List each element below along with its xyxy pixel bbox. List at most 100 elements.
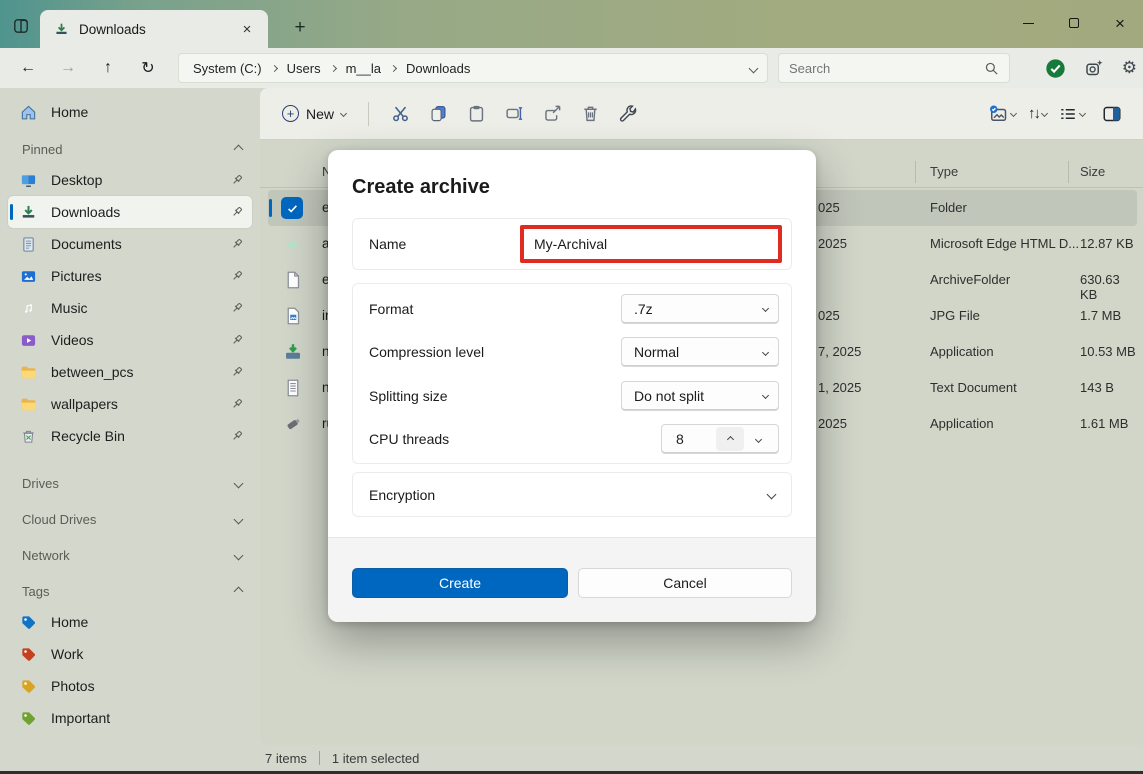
breadcrumb-separator-icon xyxy=(389,64,398,72)
sidebar-tag-important[interactable]: Important xyxy=(8,702,252,734)
sidebar-item-documents[interactable]: Documents xyxy=(8,228,252,260)
cpu-threads-stepper[interactable]: 8 xyxy=(661,424,779,455)
breadcrumb-downloads[interactable]: Downloads xyxy=(402,59,474,78)
pin-icon[interactable] xyxy=(230,429,244,443)
new-button[interactable]: + New xyxy=(272,99,356,128)
sidebar-item-label: Important xyxy=(51,710,111,726)
sidebar-item-wallpapers[interactable]: wallpapers xyxy=(8,388,252,420)
chevron-down-icon xyxy=(761,392,770,400)
cut-button[interactable] xyxy=(381,97,419,131)
compression-dropdown[interactable]: Normal xyxy=(621,337,779,368)
create-button[interactable]: Create xyxy=(352,568,568,598)
column-separator[interactable] xyxy=(1068,161,1069,183)
tab-list-button[interactable] xyxy=(8,13,34,39)
chevron-down-icon[interactable] xyxy=(233,478,244,488)
rename-button[interactable] xyxy=(495,97,533,131)
chevron-down-icon[interactable] xyxy=(1009,109,1018,118)
chevron-down-icon[interactable] xyxy=(233,514,244,524)
address-dropdown-icon[interactable] xyxy=(748,63,759,73)
cpu-threads-label: CPU threads xyxy=(369,431,450,448)
format-dropdown[interactable]: .7z xyxy=(621,293,779,324)
archive-tools-button[interactable] xyxy=(609,97,647,131)
sidebar-item-recycle-bin[interactable]: Recycle Bin xyxy=(8,420,252,452)
sort-button[interactable]: ↑↓ xyxy=(1024,105,1051,122)
back-button[interactable]: ← xyxy=(12,52,44,84)
breadcrumb-users[interactable]: Users xyxy=(283,59,325,78)
pin-icon[interactable] xyxy=(230,301,244,315)
sidebar-item-videos[interactable]: Videos xyxy=(8,324,252,356)
cpu-threads-value: 8 xyxy=(676,431,684,448)
section-header-drives[interactable]: Drives xyxy=(8,468,252,498)
maximize-button[interactable] xyxy=(1051,0,1097,46)
chevron-up-icon[interactable] xyxy=(233,144,244,154)
details-pane-toggle[interactable] xyxy=(1093,97,1131,131)
sidebar-item-music[interactable]: Music xyxy=(8,292,252,324)
section-header-tags[interactable]: Tags xyxy=(8,576,252,606)
pin-icon[interactable] xyxy=(230,269,244,283)
row-checkbox-checked[interactable] xyxy=(281,197,303,219)
encryption-expander[interactable]: Encryption xyxy=(352,472,792,517)
view-button[interactable] xyxy=(1055,105,1089,123)
chevron-up-icon[interactable] xyxy=(233,586,244,596)
sync-status-icon[interactable] xyxy=(1045,58,1066,79)
breadcrumb-user[interactable]: m__la xyxy=(342,59,385,78)
pin-icon[interactable] xyxy=(230,365,244,379)
address-bar[interactable]: System (C:) Users m__la Downloads xyxy=(178,53,768,83)
ai-actions-icon[interactable] xyxy=(1084,58,1104,78)
section-header-cloud-drives[interactable]: Cloud Drives xyxy=(8,504,252,534)
stepper-up-button[interactable] xyxy=(716,427,744,452)
image-file-icon xyxy=(283,306,303,326)
pin-icon[interactable] xyxy=(230,333,244,347)
splitting-dropdown[interactable]: Do not split xyxy=(621,380,779,411)
column-header-size[interactable]: Size xyxy=(1080,164,1105,179)
column-separator[interactable] xyxy=(915,161,916,183)
encryption-label: Encryption xyxy=(369,486,436,503)
copy-button[interactable] xyxy=(419,97,457,131)
minimize-button[interactable] xyxy=(1005,0,1051,46)
sidebar-tag-work[interactable]: Work xyxy=(8,638,252,670)
tab-close-button[interactable]: × xyxy=(236,18,258,40)
new-tab-button[interactable]: + xyxy=(286,14,314,42)
sidebar-item-desktop[interactable]: Desktop xyxy=(8,164,252,196)
sidebar-item-pictures[interactable]: Pictures xyxy=(8,260,252,292)
sidebar-tag-home[interactable]: Home xyxy=(8,606,252,638)
delete-button[interactable] xyxy=(571,97,609,131)
gallery-toggle-button[interactable] xyxy=(984,104,1020,124)
stepper-down-button[interactable] xyxy=(744,427,772,451)
settings-gear-icon[interactable]: ⚙ xyxy=(1122,58,1137,78)
window-controls: × xyxy=(1005,0,1143,46)
sidebar-item-label: Work xyxy=(51,646,84,662)
section-label: Network xyxy=(22,547,70,563)
section-header-network[interactable]: Network xyxy=(8,540,252,570)
pin-icon[interactable] xyxy=(230,237,244,251)
sidebar-item-home[interactable]: Home xyxy=(8,96,252,128)
forward-button[interactable]: → xyxy=(52,52,84,84)
chevron-down-icon[interactable] xyxy=(1078,109,1087,118)
sidebar-item-between-pcs[interactable]: between_pcs xyxy=(8,356,252,388)
column-header-type[interactable]: Type xyxy=(930,164,958,179)
sidebar-item-downloads[interactable]: Downloads xyxy=(8,196,252,228)
explorer-tab-downloads[interactable]: Downloads × xyxy=(40,10,268,48)
chevron-down-icon[interactable] xyxy=(233,550,244,560)
refresh-button[interactable]: ↻ xyxy=(132,52,164,84)
sidebar-tag-photos[interactable]: Photos xyxy=(8,670,252,702)
new-dropdown-icon xyxy=(339,109,348,118)
pin-icon[interactable] xyxy=(230,397,244,411)
sort-icon: ↑↓ xyxy=(1028,105,1041,122)
section-header-pinned[interactable]: Pinned xyxy=(8,134,252,164)
close-button[interactable]: × xyxy=(1097,0,1143,46)
search-box[interactable] xyxy=(778,53,1010,83)
date-modified: 7, 2025 xyxy=(818,344,862,359)
pin-icon[interactable] xyxy=(230,205,244,219)
name-field-group: Name xyxy=(352,218,792,270)
archive-name-input[interactable] xyxy=(520,225,782,263)
paste-button[interactable] xyxy=(457,97,495,131)
chevron-down-icon[interactable] xyxy=(1040,109,1049,118)
share-button[interactable] xyxy=(533,97,571,131)
file-type: Text Document xyxy=(930,380,1017,395)
up-button[interactable]: ↑ xyxy=(92,52,124,84)
pin-icon[interactable] xyxy=(230,173,244,187)
breadcrumb-drive[interactable]: System (C:) xyxy=(189,59,266,78)
cancel-button[interactable]: Cancel xyxy=(578,568,792,598)
search-input[interactable] xyxy=(789,60,984,76)
